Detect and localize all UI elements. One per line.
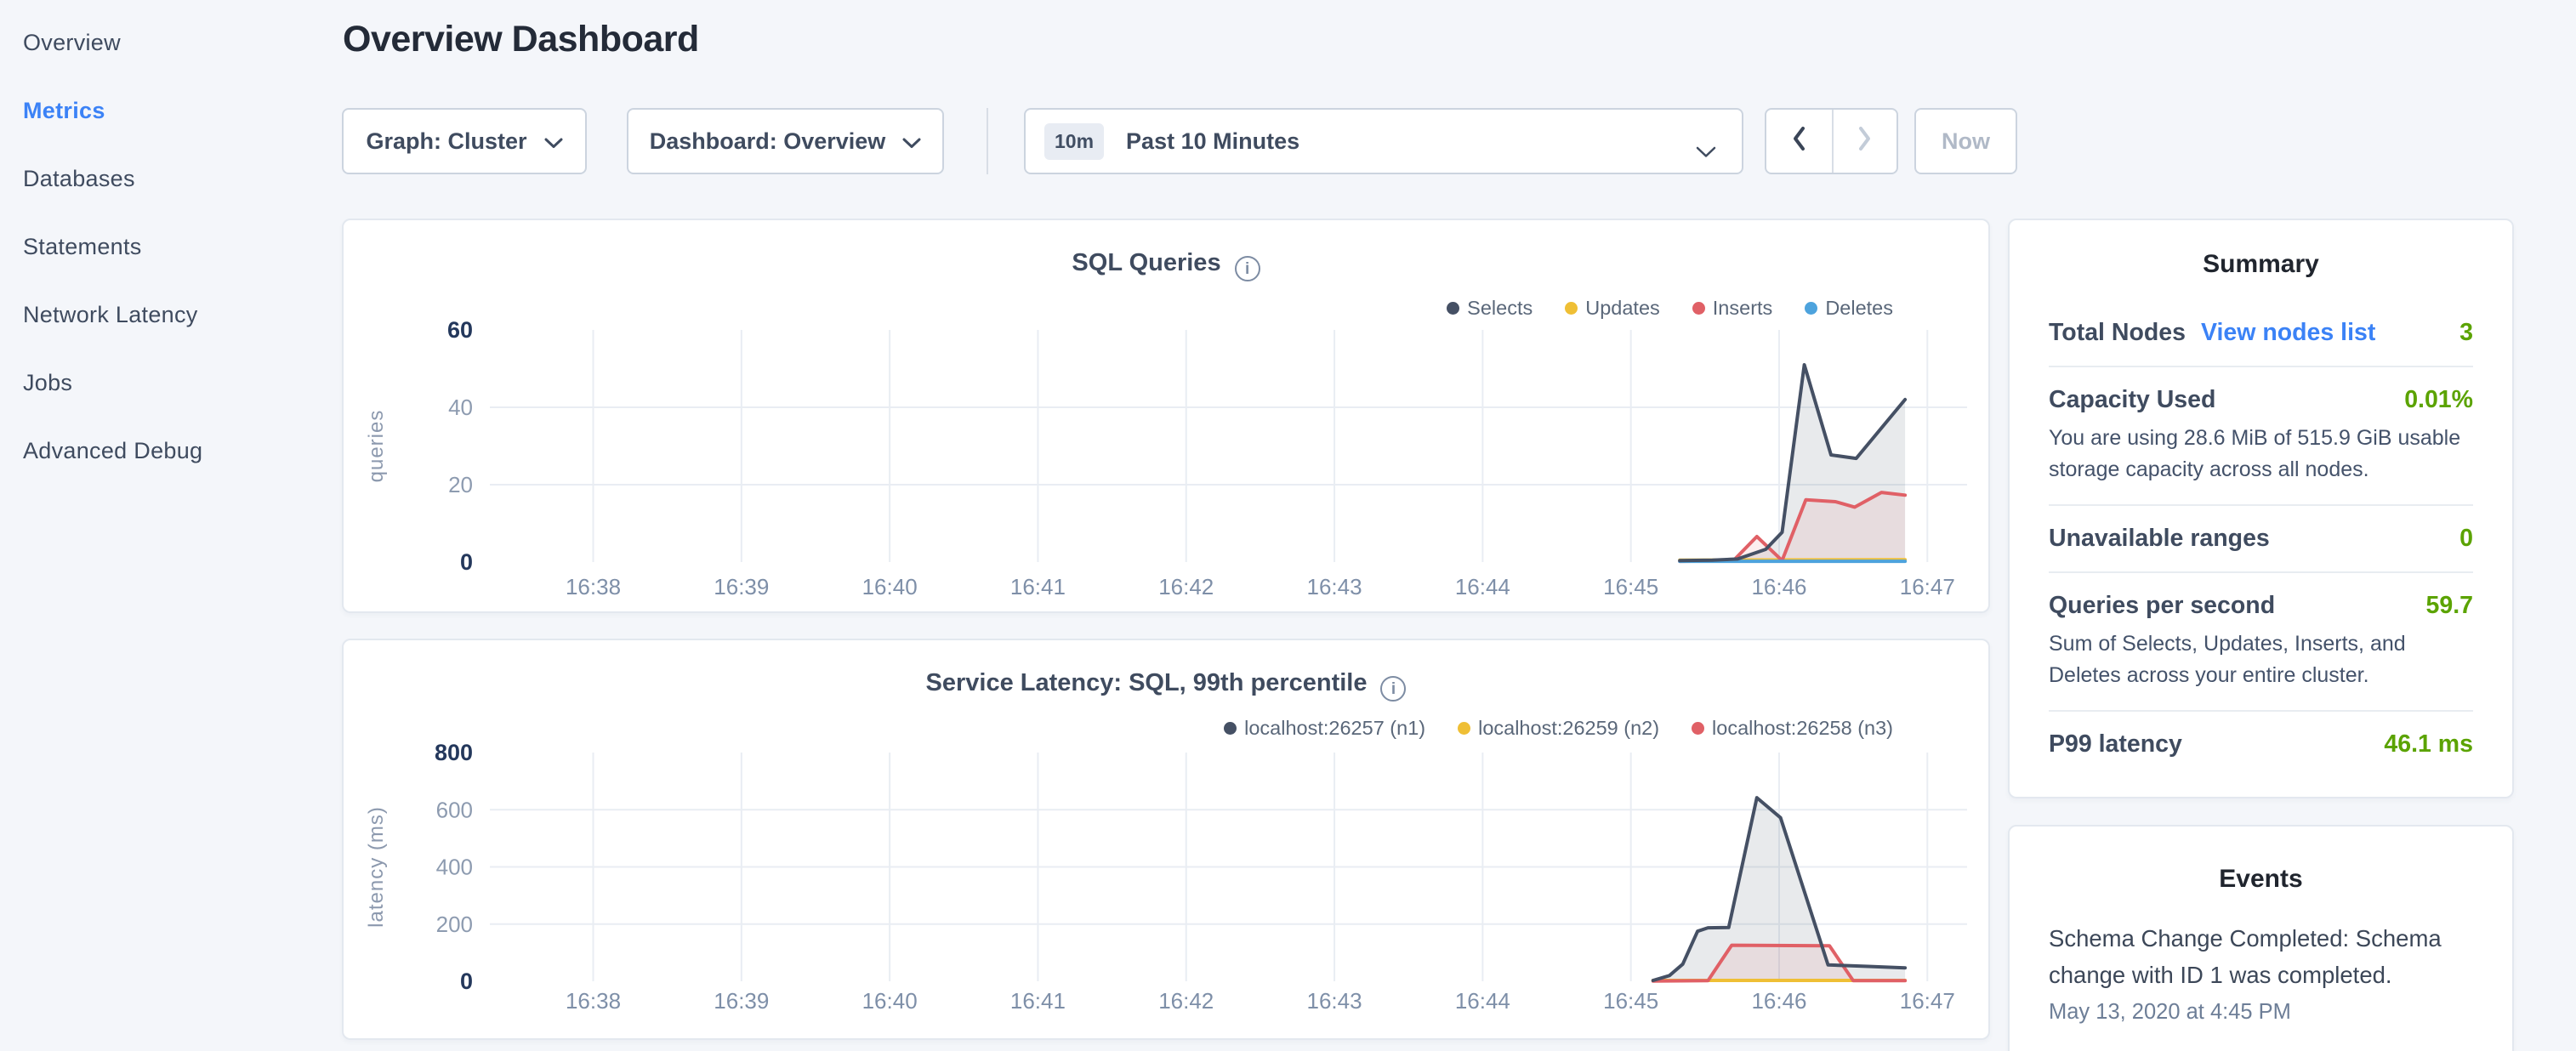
svg-text:16:47: 16:47 [1900, 574, 1955, 599]
svg-text:16:45: 16:45 [1603, 574, 1658, 599]
chevron-down-icon [1696, 138, 1716, 164]
svg-text:16:41: 16:41 [1010, 574, 1066, 599]
page-title: Overview Dashboard [343, 19, 699, 60]
svg-text:16:41: 16:41 [1010, 988, 1066, 1014]
svg-text:16:38: 16:38 [566, 574, 621, 599]
sidebar-item-overview[interactable]: Overview [0, 9, 340, 77]
graph-dropdown[interactable]: Graph: Cluster [342, 108, 587, 174]
svg-text:600: 600 [436, 797, 473, 822]
sidebar-item-network-latency[interactable]: Network Latency [0, 281, 340, 349]
summary-row-label: Queries per second [2049, 592, 2275, 620]
svg-text:latency (ms): latency (ms) [365, 806, 388, 928]
svg-text:16:43: 16:43 [1307, 988, 1362, 1014]
chevron-right-icon [1857, 125, 1873, 158]
summary-row: Queries per second 59.7 Sum of Selects, Up… [2049, 571, 2473, 710]
svg-text:16:44: 16:44 [1455, 574, 1510, 599]
chevron-down-icon [544, 128, 563, 155]
chevron-down-icon [902, 128, 921, 155]
svg-text:16:42: 16:42 [1158, 988, 1214, 1014]
svg-text:16:43: 16:43 [1307, 574, 1362, 599]
events-list: Schema Change Completed: Schema change w… [2049, 920, 2473, 1025]
event-text: Schema Change Completed: Schema change w… [2049, 920, 2473, 993]
svg-text:16:39: 16:39 [714, 988, 769, 1014]
db-console-app: OverviewMetricsDatabasesStatementsNetwor… [0, 0, 2576, 1051]
sidebar-nav: OverviewMetricsDatabasesStatementsNetwor… [0, 0, 340, 1051]
sidebar-item-databases[interactable]: Databases [0, 145, 340, 213]
summary-row-value: 59.7 [2426, 592, 2473, 620]
sidebar-item-metrics[interactable]: Metrics [0, 77, 340, 145]
sidebar-item-advanced-debug[interactable]: Advanced Debug [0, 417, 340, 485]
event-item: Schema Change Completed: Schema change w… [2049, 920, 2473, 1025]
summary-row: Unavailable ranges 0 [2049, 504, 2473, 571]
svg-text:0: 0 [460, 549, 473, 575]
summary-row: Total Nodes View nodes list 3 [2049, 300, 2473, 366]
svg-text:16:38: 16:38 [566, 988, 621, 1014]
toolbar-divider [987, 108, 988, 174]
svg-text:16:40: 16:40 [862, 988, 918, 1014]
svg-text:16:46: 16:46 [1751, 988, 1806, 1014]
svg-text:16:46: 16:46 [1751, 574, 1806, 599]
summary-title: Summary [2049, 249, 2473, 280]
summary-rows: Total Nodes View nodes list 3 Capacity Used… [2049, 300, 2473, 777]
view-nodes-list-link[interactable]: View nodes list [2201, 319, 2375, 347]
svg-text:800: 800 [435, 740, 473, 765]
svg-text:16:47: 16:47 [1900, 988, 1955, 1014]
svg-text:16:42: 16:42 [1158, 574, 1214, 599]
sidebar-item-statements[interactable]: Statements [0, 213, 340, 281]
summary-row-note: Sum of Selects, Updates, Inserts, and De… [2049, 628, 2473, 691]
summary-row-value: 3 [2459, 319, 2473, 347]
events-title: Events [2049, 864, 2473, 895]
chart-plot-area[interactable]: 0 200 400 600 800 latency (ms) 16:38 16:39 16:40… [344, 640, 1988, 1038]
time-range-badge: 10m [1044, 123, 1104, 160]
graph-dropdown-label: Graph: Cluster [366, 128, 526, 155]
summary-row-note: You are using 28.6 MiB of 515.9 GiB usab… [2049, 423, 2473, 486]
dashboard-dropdown-label: Dashboard: Overview [650, 128, 886, 155]
summary-row-value: 0.01% [2404, 386, 2473, 414]
summary-row-value: 46.1 ms [2384, 730, 2473, 758]
summary-row-label: P99 latency [2049, 730, 2182, 758]
time-range-label: Past 10 Minutes [1126, 128, 1299, 155]
svg-text:200: 200 [436, 912, 473, 937]
summary-row-label: Unavailable ranges [2049, 525, 2270, 553]
svg-text:40: 40 [448, 395, 473, 420]
summary-row: P99 latency 46.1 ms [2049, 710, 2473, 777]
svg-text:0: 0 [460, 969, 473, 994]
next-time-button[interactable] [1832, 110, 1897, 173]
chart-plot-area[interactable]: 0 20 40 60 queries 16:38 16:39 16:40 16:41 16:42 1… [344, 220, 1988, 611]
now-button[interactable]: Now [1914, 108, 2017, 174]
chevron-left-icon [1791, 125, 1806, 158]
prev-time-button[interactable] [1766, 110, 1832, 173]
svg-text:60: 60 [447, 317, 473, 343]
event-timestamp: May 13, 2020 at 4:45 PM [2049, 1000, 2473, 1025]
summary-row-label: Capacity Used [2049, 386, 2215, 414]
summary-row-value: 0 [2459, 525, 2473, 553]
svg-text:16:44: 16:44 [1455, 988, 1510, 1014]
svg-text:16:45: 16:45 [1603, 988, 1658, 1014]
summary-panel: Summary Total Nodes View nodes list 3 Capac… [2008, 219, 2514, 798]
dashboard-dropdown[interactable]: Dashboard: Overview [627, 108, 944, 174]
summary-row-label: Total Nodes [2049, 319, 2186, 347]
svg-text:20: 20 [448, 472, 473, 497]
svg-text:400: 400 [436, 855, 473, 880]
svg-text:16:40: 16:40 [862, 574, 918, 599]
sidebar-item-jobs[interactable]: Jobs [0, 349, 340, 417]
svg-text:queries: queries [365, 410, 388, 483]
service-latency-chart-card: Service Latency: SQL, 99th percentilei l… [342, 639, 1990, 1040]
time-range-selector[interactable]: 10m Past 10 Minutes [1024, 108, 1743, 174]
summary-row: Capacity Used 0.01% You are using 28.6 MiB… [2049, 366, 2473, 504]
svg-text:16:39: 16:39 [714, 574, 769, 599]
now-button-label: Now [1942, 128, 1990, 155]
time-step-buttons [1765, 108, 1898, 174]
sql-queries-chart-card: SQL Queriesi SelectsUpdatesInsertsDelete… [342, 219, 1990, 613]
events-panel: Events Schema Change Completed: Schema c… [2008, 825, 2514, 1051]
